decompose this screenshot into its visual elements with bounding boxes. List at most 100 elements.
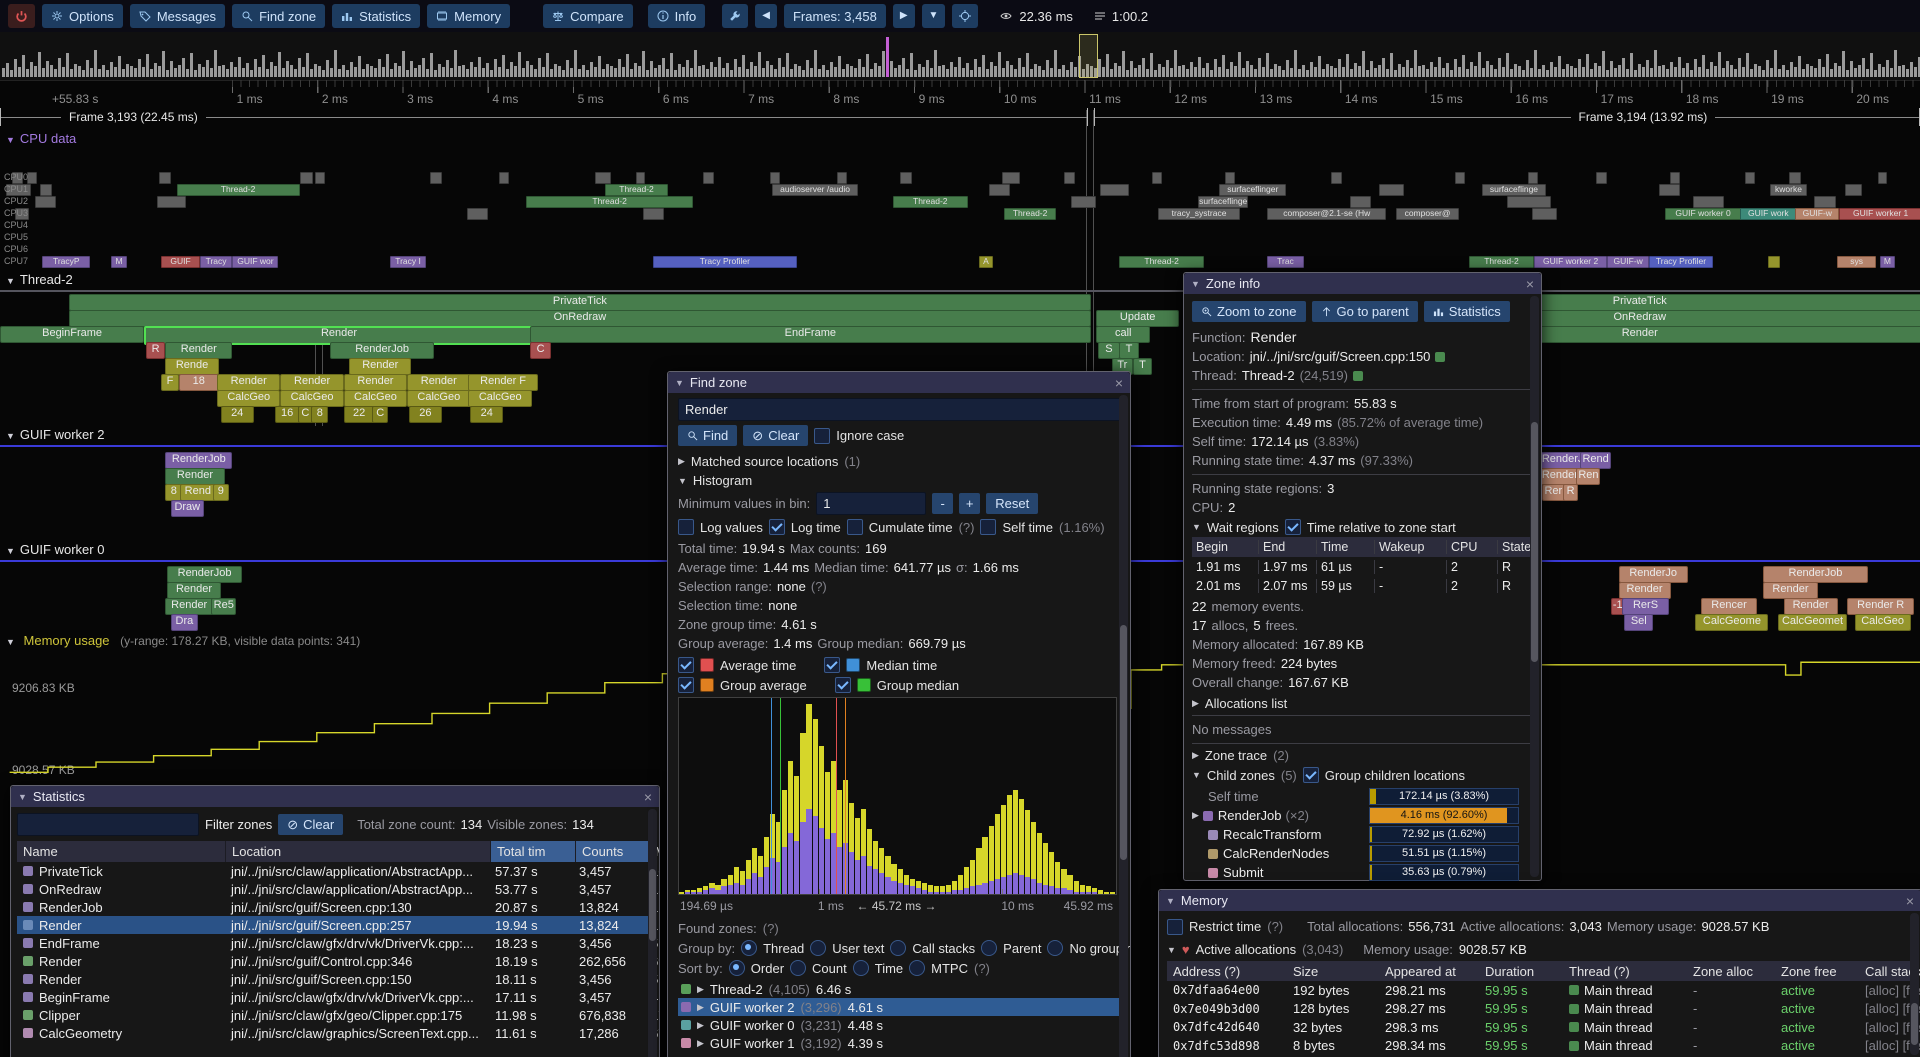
timeline-zone[interactable]: 8 [311, 406, 328, 423]
frame-bar[interactable] [850, 66, 853, 77]
frame-bar[interactable] [1802, 69, 1805, 77]
tools-button[interactable] [722, 4, 748, 28]
find-button[interactable]: Find [678, 425, 737, 446]
frame-bar[interactable] [254, 59, 257, 77]
frame-bar[interactable] [958, 57, 961, 77]
clear-filter-button[interactable]: ⊘Clear [278, 814, 343, 835]
frame-bar[interactable] [938, 66, 941, 77]
min-bin-increase-button[interactable]: + [959, 493, 980, 514]
frame-bar[interactable] [1226, 69, 1229, 77]
matched-source-locations-row[interactable]: ▶ Matched source locations (1) [678, 454, 1120, 469]
min-bin-decrease-button[interactable]: - [932, 493, 953, 514]
frame-bar[interactable] [1194, 67, 1197, 77]
frame-bar[interactable] [1250, 65, 1253, 77]
frame-bar[interactable] [690, 68, 693, 77]
frame-bar[interactable] [1734, 69, 1737, 77]
frame-bar[interactable] [218, 66, 221, 77]
frame-bar[interactable] [86, 60, 89, 77]
cpu-zone[interactable]: GUIF [161, 256, 199, 268]
frame-bar[interactable] [566, 60, 569, 77]
frame-bar[interactable] [766, 61, 769, 77]
frame-bar[interactable] [842, 69, 845, 77]
frame-bar[interactable] [934, 50, 937, 77]
frame-bar[interactable] [330, 68, 333, 77]
frame-bar[interactable] [1446, 63, 1449, 77]
allocation-row[interactable]: 0x7dfc53d8988 bytes298.34 ms59.95 sMain … [1167, 1037, 1913, 1056]
frame-bar[interactable] [974, 59, 977, 77]
cpu-zone[interactable]: surfaceflinger [1219, 184, 1286, 196]
frame-bar[interactable] [1262, 67, 1265, 77]
frame-bar[interactable] [1306, 70, 1309, 77]
timeline-zone[interactable]: Render [167, 582, 221, 599]
column-header[interactable]: Appeared at [1379, 964, 1479, 979]
frame-bar[interactable] [1146, 69, 1149, 77]
cpu-zone[interactable] [1659, 184, 1680, 196]
frame-bar[interactable] [1202, 68, 1205, 77]
table-row[interactable]: Renderjni/../jni/src/guif/Screen.cpp:150… [17, 970, 653, 988]
frame-bar[interactable] [58, 58, 61, 77]
frame-bar[interactable] [1746, 53, 1749, 77]
frame-bar[interactable] [1678, 57, 1681, 77]
frame-bar[interactable] [598, 56, 601, 77]
frame-bar[interactable] [1434, 67, 1437, 77]
cpu-zone[interactable]: composer@2.1-se (Hw [1267, 208, 1386, 220]
time-relative-checkbox[interactable] [1285, 519, 1301, 535]
allocation-row[interactable]: 0x7dfaa64e00192 bytes298.21 ms59.95 sMai… [1167, 981, 1913, 1000]
frame-bar[interactable] [382, 67, 385, 77]
frame-bar[interactable] [670, 53, 673, 77]
frame-bar[interactable] [450, 68, 453, 77]
frame-bar[interactable] [1026, 53, 1029, 77]
timeline-zone[interactable]: Re5 [211, 598, 236, 615]
frame-bar[interactable] [1470, 62, 1473, 77]
cpu-zone[interactable] [1596, 172, 1608, 184]
frame-bar[interactable] [1018, 58, 1021, 77]
ignore-case-checkbox[interactable] [814, 428, 830, 444]
frame-bar[interactable] [458, 66, 461, 77]
frame-bar[interactable] [1806, 64, 1809, 77]
frame-bar[interactable] [822, 65, 825, 77]
frame-bar[interactable] [1186, 69, 1189, 77]
frame-bar[interactable] [1782, 65, 1785, 77]
column-header[interactable]: Location [226, 841, 491, 862]
frame-bar[interactable] [1238, 52, 1241, 77]
frame-bar[interactable] [1318, 56, 1321, 77]
frame-bar[interactable] [1474, 66, 1477, 77]
child-zone-row[interactable]: RecalcTransform72.92 µs (1.62%) [1192, 825, 1533, 844]
frame-bar[interactable] [1490, 65, 1493, 77]
frame-bar[interactable] [1466, 69, 1469, 77]
frame-bar[interactable] [1542, 65, 1545, 77]
frame-bar[interactable] [874, 63, 877, 77]
frame-bar[interactable] [190, 53, 193, 77]
frame-bar[interactable] [586, 70, 589, 77]
frame-bar[interactable] [174, 68, 177, 77]
cpu-zone[interactable]: Thread-2 [605, 184, 668, 196]
frame-bar[interactable] [1538, 69, 1541, 77]
frame-bar[interactable] [1522, 70, 1525, 77]
frame-bar[interactable] [634, 63, 637, 77]
frame-bar[interactable] [954, 67, 957, 77]
timeline-zone[interactable]: RenderJo [1619, 566, 1688, 583]
frame-bar[interactable] [14, 59, 17, 77]
frame-bar[interactable] [1418, 66, 1421, 77]
frame-bar[interactable] [1358, 66, 1361, 77]
frame-bar[interactable] [102, 65, 105, 77]
timeline-zone[interactable]: R [146, 342, 165, 359]
column-header[interactable]: Zone free [1775, 964, 1859, 979]
frame-bar[interactable] [1234, 66, 1237, 77]
frame-3193[interactable]: Frame 3,193 (22.45 ms) [0, 108, 1088, 126]
frame-bar[interactable] [1670, 62, 1673, 77]
frame-bar[interactable] [1546, 70, 1549, 77]
close-icon[interactable]: × [1906, 893, 1914, 909]
min-bin-input[interactable] [816, 492, 926, 515]
frame-bar[interactable] [894, 68, 897, 77]
frame-bar[interactable] [1502, 67, 1505, 77]
frame-bar[interactable] [1342, 67, 1345, 77]
frame-bar[interactable] [606, 64, 609, 77]
frame-bar[interactable] [314, 64, 317, 77]
cpu-zone[interactable]: GUIF-w [1607, 256, 1649, 268]
frame-bar[interactable] [754, 66, 757, 77]
frame-bar[interactable] [1366, 70, 1369, 77]
frame-bar[interactable] [6, 63, 9, 77]
frame-bar[interactable] [186, 69, 189, 77]
allocation-row[interactable]: 0x7dfc42d64032 bytes298.3 ms59.95 sMain … [1167, 1018, 1913, 1037]
